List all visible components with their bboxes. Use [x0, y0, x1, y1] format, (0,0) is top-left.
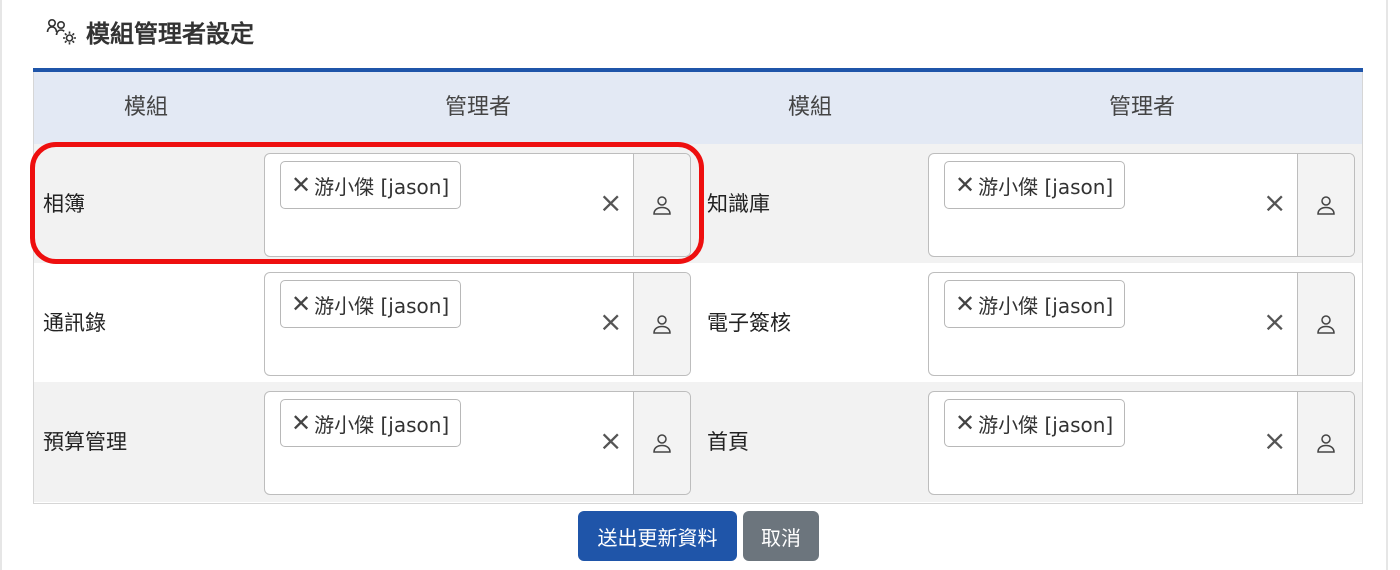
close-icon[interactable]: ✕ [291, 292, 311, 316]
manager-select-field[interactable]: ✕ 游小傑 [jason] × [265, 273, 633, 375]
manager-picker[interactable]: ✕ 游小傑 [jason] × [928, 153, 1355, 257]
manager-picker[interactable]: ✕ 游小傑 [jason] × [264, 153, 691, 257]
page-title: 模組管理者設定 [46, 14, 254, 48]
manager-select-field[interactable]: ✕ 游小傑 [jason] × [929, 154, 1297, 256]
page-title-text: 模組管理者設定 [86, 19, 254, 48]
clear-icon[interactable]: × [1263, 308, 1286, 336]
select-user-button[interactable] [633, 392, 690, 494]
select-user-button[interactable] [1297, 154, 1354, 256]
manager-select-field[interactable]: ✕ 游小傑 [jason] × [929, 392, 1297, 494]
manager-chip[interactable]: ✕ 游小傑 [jason] [944, 280, 1125, 328]
clear-icon[interactable]: × [599, 189, 622, 217]
select-user-button[interactable] [1297, 273, 1354, 375]
clear-icon[interactable]: × [599, 427, 622, 455]
table-row: 通訊錄 ✕ 游小傑 [jason] × 電子簽核 ✕ 游小傑 [jason] × [34, 263, 1362, 383]
manager-chip-label: 游小傑 [jason] [978, 293, 1114, 318]
close-icon[interactable]: ✕ [291, 173, 311, 197]
users-gear-icon [46, 19, 76, 45]
header-manager-2: 管理者 [1108, 95, 1175, 120]
select-user-button[interactable] [1297, 392, 1354, 494]
header-manager-1: 管理者 [444, 95, 511, 120]
manager-chip[interactable]: ✕ 游小傑 [jason] [280, 161, 461, 209]
user-icon [653, 315, 671, 334]
manager-chip-label: 游小傑 [jason] [978, 412, 1114, 437]
manager-select-field[interactable]: ✕ 游小傑 [jason] × [265, 392, 633, 494]
module-name: 相簿 [43, 192, 85, 216]
module-manager-table: 模組 管理者 模組 管理者 相簿 ✕ 游小傑 [jason] × 知識庫 ✕ 游小傑 [ja… [33, 68, 1363, 504]
user-icon [1317, 434, 1335, 453]
manager-chip[interactable]: ✕ 游小傑 [jason] [280, 399, 461, 447]
clear-icon[interactable]: × [1263, 427, 1286, 455]
close-icon[interactable]: ✕ [955, 411, 975, 435]
manager-chip-label: 游小傑 [jason] [978, 174, 1114, 199]
module-name: 電子簽核 [707, 311, 791, 335]
module-name: 預算管理 [43, 430, 127, 454]
manager-chip-label: 游小傑 [jason] [314, 174, 450, 199]
close-icon[interactable]: ✕ [955, 292, 975, 316]
module-name: 知識庫 [707, 192, 770, 216]
manager-chip-label: 游小傑 [jason] [314, 412, 450, 437]
cancel-button[interactable]: 取消 [743, 511, 819, 561]
manager-chip[interactable]: ✕ 游小傑 [jason] [280, 280, 461, 328]
header-module-1: 模組 [123, 95, 168, 120]
module-name: 首頁 [707, 430, 749, 454]
header-module-2: 模組 [787, 95, 832, 120]
clear-icon[interactable]: × [599, 308, 622, 336]
left-border [0, 0, 2, 570]
right-border [1386, 0, 1388, 570]
user-icon [653, 434, 671, 453]
manager-chip[interactable]: ✕ 游小傑 [jason] [944, 399, 1125, 447]
module-name: 通訊錄 [43, 311, 106, 335]
submit-update-button[interactable]: 送出更新資料 [578, 511, 737, 561]
manager-chip-label: 游小傑 [jason] [314, 293, 450, 318]
manager-picker[interactable]: ✕ 游小傑 [jason] × [264, 272, 691, 376]
user-icon [653, 196, 671, 215]
manager-select-field[interactable]: ✕ 游小傑 [jason] × [929, 273, 1297, 375]
user-icon [1317, 315, 1335, 334]
manager-chip[interactable]: ✕ 游小傑 [jason] [944, 161, 1125, 209]
table-row: 相簿 ✕ 游小傑 [jason] × 知識庫 ✕ 游小傑 [jason] × [34, 144, 1362, 264]
manager-picker[interactable]: ✕ 游小傑 [jason] × [928, 272, 1355, 376]
close-icon[interactable]: ✕ [955, 173, 975, 197]
select-user-button[interactable] [633, 154, 690, 256]
user-icon [1317, 196, 1335, 215]
table-header: 模組 管理者 模組 管理者 [34, 72, 1362, 144]
manager-picker[interactable]: ✕ 游小傑 [jason] × [928, 391, 1355, 495]
table-row: 預算管理 ✕ 游小傑 [jason] × 首頁 ✕ 游小傑 [jason] × [34, 382, 1362, 502]
manager-picker[interactable]: ✕ 游小傑 [jason] × [264, 391, 691, 495]
clear-icon[interactable]: × [1263, 189, 1286, 217]
close-icon[interactable]: ✕ [291, 411, 311, 435]
manager-select-field[interactable]: ✕ 游小傑 [jason] × [265, 154, 633, 256]
select-user-button[interactable] [633, 273, 690, 375]
